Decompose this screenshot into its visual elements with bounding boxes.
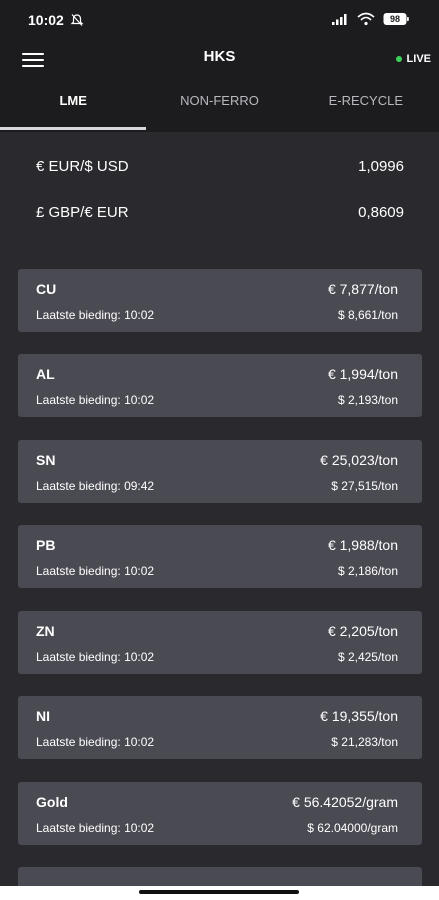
system-nav-bar — [0, 886, 439, 900]
metal-price-usd: $ 27,515/ton — [331, 479, 398, 493]
metal-card-pb[interactable]: PB € 1,988/ton Laatste bieding: 10:02 $ … — [18, 525, 422, 588]
tab-lme[interactable]: LME — [0, 84, 147, 132]
home-indicator[interactable] — [139, 890, 299, 894]
exchange-rate-value: 1,0996 — [358, 158, 404, 175]
metal-price-eur: € 7,877/ton — [327, 281, 398, 297]
status-time: 10:02 — [28, 12, 64, 28]
metal-name: NI — [36, 708, 50, 724]
wifi-icon — [357, 12, 375, 26]
metal-price-usd: $ 2,425/ton — [337, 650, 398, 664]
metal-price-eur: € 2,205/ton — [327, 623, 398, 639]
metal-last-bid: Laatste bieding: 10:02 — [36, 821, 155, 835]
metal-price-usd: $ 2,186/ton — [337, 564, 398, 578]
metal-name: Gold — [36, 794, 68, 810]
exchange-rate-value: 0,8609 — [358, 204, 404, 221]
metal-price-eur: € 1,988/ton — [327, 537, 398, 553]
metal-price-usd: $ 2,193/ton — [337, 393, 398, 407]
metal-price-eur: € 25,023/ton — [320, 452, 398, 468]
metal-card-al[interactable]: AL € 1,994/ton Laatste bieding: 10:02 $ … — [18, 354, 422, 417]
metal-name: PB — [36, 537, 56, 553]
exchange-rate-row: £ GBP/€ EUR 0,8609 — [36, 204, 404, 221]
metal-price-eur: € 1,994/ton — [327, 366, 398, 382]
price-list[interactable]: € EUR/$ USD 1,0996 £ GBP/€ EUR 0,8609 CU… — [0, 132, 439, 886]
status-bar: 10:02 98 — [0, 0, 439, 40]
tab-non-ferro[interactable]: NON-FERRO — [146, 84, 292, 132]
metal-card-sn[interactable]: SN € 25,023/ton Laatste bieding: 09:42 $… — [18, 440, 422, 503]
exchange-rate-row: € EUR/$ USD 1,0996 — [36, 158, 404, 175]
metal-card-ni[interactable]: NI € 19,355/ton Laatste bieding: 10:02 $… — [18, 696, 422, 759]
metal-last-bid: Laatste bieding: 10:02 — [36, 650, 155, 664]
live-badge: LIVE — [395, 53, 431, 65]
metal-name: CU — [36, 281, 57, 297]
metal-price-eur: € 19,355/ton — [320, 708, 398, 724]
metal-last-bid: Laatste bieding: 10:02 — [36, 564, 155, 578]
metal-name: SN — [36, 452, 56, 468]
metal-name: AL — [36, 366, 55, 382]
metal-price-usd: $ 21,283/ton — [331, 735, 398, 749]
metal-name: ZN — [36, 623, 55, 639]
metal-card-partial[interactable] — [18, 867, 422, 886]
exchange-rate-label: £ GBP/€ EUR — [36, 204, 129, 221]
metal-price-usd: $ 8,661/ton — [337, 308, 398, 322]
signal-icon — [332, 14, 347, 25]
metal-card-cu[interactable]: CU € 7,877/ton Laatste bieding: 10:02 $ … — [18, 269, 422, 332]
tab-bar: LME NON-FERRO E-RECYCLE — [0, 84, 439, 132]
metal-card-gold[interactable]: Gold € 56.42052/gram Laatste bieding: 10… — [18, 782, 422, 845]
mute-icon — [70, 14, 84, 26]
metal-last-bid: Laatste bieding: 09:42 — [36, 479, 155, 493]
exchange-rate-label: € EUR/$ USD — [36, 158, 129, 175]
metal-last-bid: Laatste bieding: 10:02 — [36, 308, 155, 322]
live-dot-icon — [395, 56, 402, 62]
metal-last-bid: Laatste bieding: 10:02 — [36, 735, 155, 749]
metal-card-zn[interactable]: ZN € 2,205/ton Laatste bieding: 10:02 $ … — [18, 611, 422, 674]
page-title: HKS — [203, 48, 236, 65]
metal-price-eur: € 56.42052/gram — [292, 794, 398, 810]
app-header: HKS LIVE — [0, 40, 439, 84]
battery-level: 98 — [389, 14, 400, 24]
status-icons: 98 — [331, 12, 409, 26]
metal-last-bid: Laatste bieding: 10:02 — [36, 393, 155, 407]
tab-e-recycle[interactable]: E-RECYCLE — [293, 84, 439, 132]
metal-price-usd: $ 62.04000/gram — [307, 821, 398, 835]
battery-icon: 98 — [383, 12, 409, 26]
live-label: LIVE — [406, 53, 431, 65]
